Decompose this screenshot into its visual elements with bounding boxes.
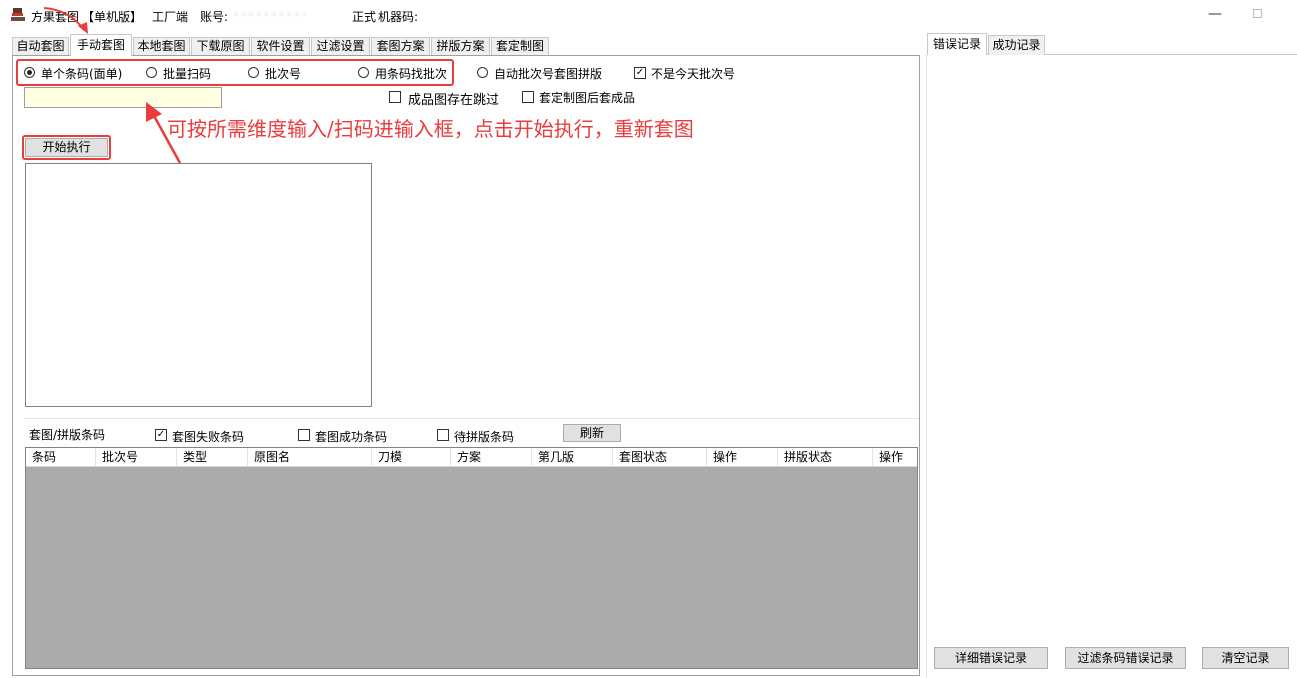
column-header-sheet-index[interactable]: 第几版: [532, 448, 613, 467]
skip-existing-label: 成品图存在跳过: [408, 93, 500, 108]
log-panel: [926, 54, 1297, 678]
not-today-label: 不是今天批次号: [651, 67, 736, 81]
section-divider: [24, 418, 919, 419]
maximize-button[interactable]: [1249, 4, 1269, 24]
success-barcode-checkbox[interactable]: [298, 429, 310, 441]
tab-success-log[interactable]: 成功记录: [988, 35, 1045, 55]
mode-auto-batch-radio[interactable]: [477, 67, 488, 78]
column-header-action-2[interactable]: 操作: [873, 448, 917, 467]
clear-log-button[interactable]: 清空记录: [1202, 647, 1289, 669]
grid-header: 条码 批次号 类型 原图名 刀模 方案 第几版 套图状态 操作 拼版状态 操作: [26, 448, 917, 467]
mode-find-batch-label: 用条码找批次: [375, 67, 448, 81]
column-header-barcode[interactable]: 条码: [26, 448, 96, 467]
account-label: 账号:: [200, 10, 229, 24]
pending-layout-checkbox[interactable]: [437, 429, 449, 441]
filter-section-title: 套图/拼版条码: [29, 428, 106, 442]
column-header-batch-no[interactable]: 批次号: [96, 448, 177, 467]
tab-custom-image[interactable]: 套定制图: [491, 37, 549, 56]
barcode-input[interactable]: [24, 87, 222, 108]
annotation-note: 可按所需维度输入/扫码进输入框，点击开始执行，重新套图: [167, 117, 694, 141]
tab-manual-image[interactable]: 手动套图: [70, 34, 132, 56]
filter-barcode-error-button[interactable]: 过滤条码错误记录: [1065, 647, 1186, 669]
tab-layout-scheme[interactable]: 拼版方案: [431, 37, 490, 56]
not-today-checkbox[interactable]: ✓: [634, 67, 646, 79]
tab-filter-settings[interactable]: 过滤设置: [311, 37, 370, 56]
column-header-image-status[interactable]: 套图状态: [613, 448, 707, 467]
execution-log-box[interactable]: [25, 163, 372, 407]
column-header-original-name[interactable]: 原图名: [248, 448, 372, 467]
maximize-icon: [1253, 9, 1262, 18]
app-logo-icon: [11, 8, 25, 21]
machine-code-label: 机器码:: [378, 10, 419, 24]
mode-auto-batch-label: 自动批次号套图拼版: [494, 67, 603, 81]
annotation-arrow-tab-icon: [43, 7, 88, 34]
skip-existing-checkbox[interactable]: [389, 91, 401, 103]
start-execute-button[interactable]: 开始执行: [25, 138, 108, 157]
column-header-die-cut[interactable]: 刀模: [372, 448, 451, 467]
success-barcode-label: 套图成功条码: [315, 430, 388, 444]
mode-batch-scan-radio[interactable]: [146, 67, 157, 78]
column-header-layout-status[interactable]: 拼版状态: [778, 448, 873, 467]
barcode-grid[interactable]: 条码 批次号 类型 原图名 刀模 方案 第几版 套图状态 操作 拼版状态 操作: [25, 447, 918, 669]
tab-error-log[interactable]: 错误记录: [927, 33, 987, 55]
account-value: · · · · · · · · · ·: [234, 8, 307, 22]
column-header-action[interactable]: 操作: [707, 448, 778, 467]
failed-barcode-label: 套图失败条码: [172, 430, 245, 444]
mode-find-batch-radio[interactable]: [358, 67, 369, 78]
pending-layout-label: 待拼版条码: [454, 430, 515, 444]
detailed-error-log-button[interactable]: 详细错误记录: [934, 647, 1048, 669]
minimize-button[interactable]: —: [1203, 4, 1227, 24]
title-bar: 方果套图 【单机版】 工厂端 账号: · · · · · · · · · · 正…: [0, 0, 1297, 34]
column-header-type[interactable]: 类型: [177, 448, 248, 467]
tab-image-scheme[interactable]: 套图方案: [371, 37, 430, 56]
mode-batch-scan-label: 批量扫码: [163, 67, 212, 81]
client-type-label: 工厂端: [152, 10, 189, 24]
license-type: 正式: [352, 10, 377, 24]
tab-auto-image[interactable]: 自动套图: [12, 37, 69, 56]
tab-software-settings[interactable]: 软件设置: [251, 37, 310, 56]
custom-after-label: 套定制图后套成品: [539, 91, 636, 105]
mode-single-label: 单个条码(面单): [41, 67, 123, 81]
custom-after-checkbox[interactable]: [522, 91, 534, 103]
column-header-scheme[interactable]: 方案: [451, 448, 532, 467]
mode-batch-number-radio[interactable]: [248, 67, 259, 78]
tab-download-original[interactable]: 下载原图: [191, 37, 250, 56]
tab-local-image[interactable]: 本地套图: [133, 37, 190, 56]
mode-batch-number-label: 批次号: [265, 67, 302, 81]
mode-single-radio[interactable]: [24, 67, 35, 78]
failed-barcode-checkbox[interactable]: ✓: [155, 429, 167, 441]
refresh-button[interactable]: 刷新: [563, 424, 621, 442]
